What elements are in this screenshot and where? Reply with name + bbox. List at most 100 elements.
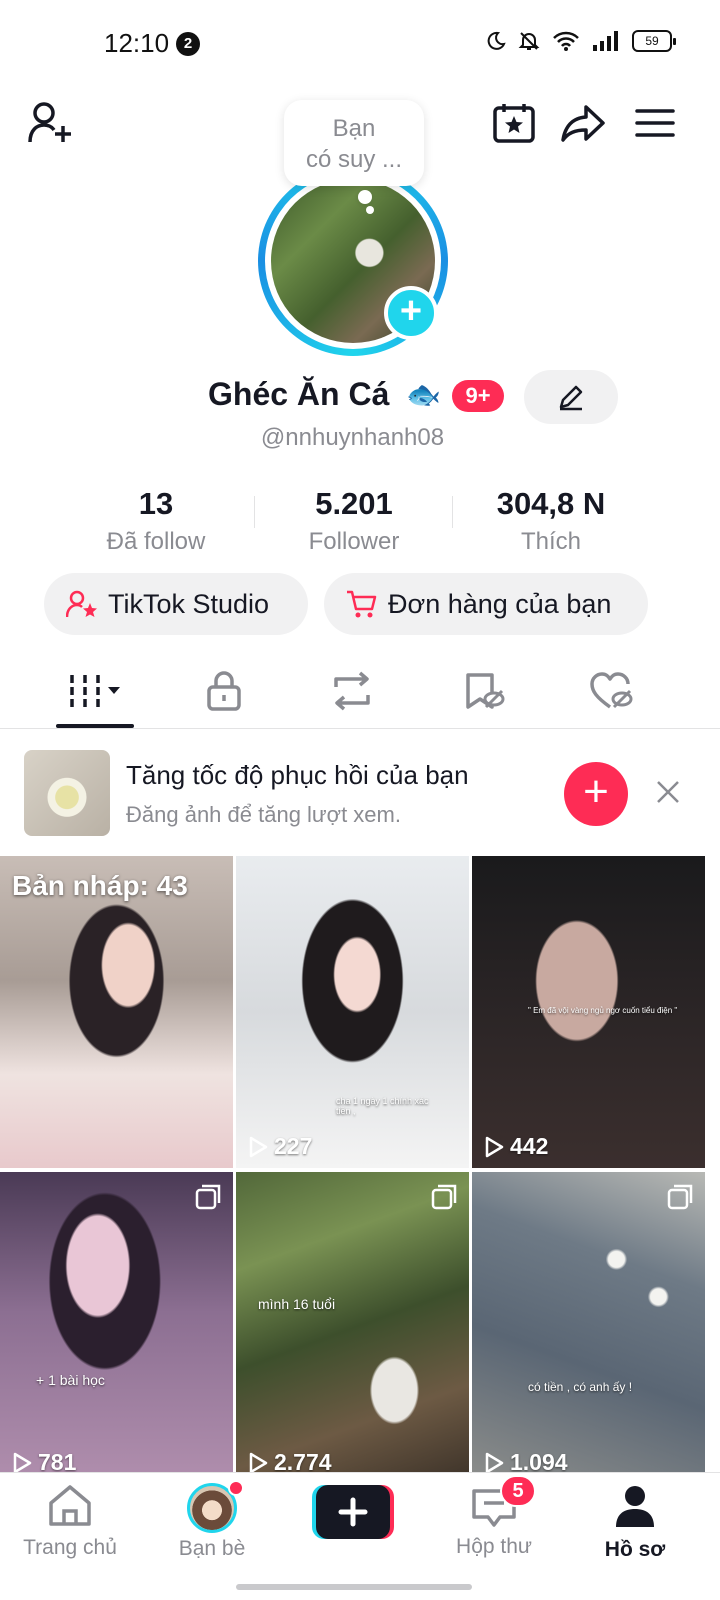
multi-photo-icon [431, 1184, 457, 1210]
plus-create-icon [312, 1485, 394, 1539]
video-tile[interactable]: cha 1 ngày 1 chính xác tiền , 227 [236, 856, 469, 1168]
lock-icon [207, 671, 241, 711]
tiktok-studio-button[interactable]: TikTok Studio [44, 573, 308, 635]
note-line-2: có suy ... [305, 146, 403, 173]
play-icon [485, 1136, 504, 1157]
video-tile[interactable]: có tiền , có anh ấy ! 1.094 [472, 1172, 705, 1484]
home-icon [49, 1485, 91, 1526]
promo-thumbnail [24, 750, 110, 836]
friends-avatar [187, 1480, 244, 1533]
nav-inbox[interactable]: 5 Hộp thư [434, 1475, 554, 1559]
notification-count-badge: 2 [176, 32, 200, 56]
calendar-star-icon [493, 104, 535, 143]
battery-indicator: 59 [632, 30, 676, 52]
play-icon [485, 1452, 504, 1473]
promo-add-button[interactable]: + [564, 762, 628, 826]
multi-photo-icon [195, 1184, 221, 1210]
note-bubble-dot [358, 190, 372, 204]
stat-label: Thích [520, 528, 582, 555]
add-story-button[interactable]: + [384, 286, 438, 340]
nav-home-label: Trang chủ [23, 1536, 117, 1559]
add-friend-button[interactable] [26, 98, 76, 148]
nav-home[interactable]: Trang chủ [10, 1483, 130, 1560]
tab-reposts[interactable] [312, 660, 392, 722]
moon-icon [487, 31, 506, 50]
video-tile[interactable]: " Em đã vội vàng ngủ ngơ cuốn tiểu điện … [472, 856, 705, 1168]
view-count: 442 [484, 1133, 548, 1160]
edit-profile-button[interactable] [524, 370, 618, 424]
tab-liked[interactable] [572, 660, 652, 722]
view-count-value: 442 [510, 1133, 549, 1159]
play-icon [249, 1136, 268, 1157]
stat-following[interactable]: 13 Đã follow [56, 486, 256, 556]
menu-button[interactable] [630, 98, 680, 148]
tiktok-studio-label: TikTok Studio [108, 588, 270, 619]
play-icon [13, 1452, 32, 1473]
add-user-icon [28, 102, 71, 143]
nav-friends[interactable]: Bạn bè [152, 1480, 272, 1561]
promo-subtitle: Đăng ảnh để tăng lượt xem. [126, 802, 401, 827]
tabs-divider [0, 728, 720, 729]
stat-label: Đã follow [106, 528, 206, 555]
draft-count-label: Bản nháp: 43 [12, 870, 188, 901]
notification-badge[interactable]: 9+ [452, 380, 504, 412]
promo-close-button[interactable] [652, 776, 684, 808]
calendar-button[interactable] [489, 98, 539, 148]
orders-label: Đơn hàng của bạn [388, 588, 612, 619]
video-caption: mình 16 tuổi [258, 1296, 336, 1312]
stat-value: 13 [138, 486, 174, 521]
video-tile[interactable]: mình 16 tuổi 2.774 [236, 1172, 469, 1484]
username: @nnhuynhanh08 [260, 424, 445, 451]
orders-button[interactable]: Đơn hàng của bạn [324, 573, 648, 635]
profile-name-row: Ghéc Ăn Cá 🐟 9+ [0, 370, 720, 426]
create-button[interactable] [312, 1485, 394, 1539]
friends-notification-dot [228, 1480, 244, 1496]
status-icons: 59 [486, 30, 676, 52]
video-caption: có tiền , có anh ấy ! [528, 1380, 633, 1394]
repost-icon [334, 671, 370, 711]
close-icon [657, 781, 679, 803]
wifi-icon [553, 31, 579, 51]
video-tile[interactable]: + 1 bài học 781 [0, 1172, 233, 1484]
profile-note-bubble[interactable]: Bạn có suy ... [284, 100, 424, 186]
note-line-1: Bạn [332, 115, 376, 142]
bookmark-hidden-icon [466, 673, 505, 709]
stat-value: 5.201 [315, 486, 393, 521]
stat-label: Follower [308, 528, 400, 555]
bell-off-icon [518, 32, 540, 50]
inbox-count-badge: 5 [500, 1475, 536, 1507]
view-count-value: 227 [274, 1133, 313, 1159]
share-icon [561, 105, 605, 142]
nav-friends-label: Bạn bè [178, 1537, 246, 1560]
nav-profile[interactable]: Hồ sơ [575, 1483, 695, 1562]
draft-video-tile[interactable]: Bản nháp: 43 [0, 856, 233, 1168]
nav-profile-label: Hồ sơ [604, 1538, 666, 1561]
multi-photo-icon [667, 1184, 693, 1210]
play-icon [249, 1452, 268, 1473]
pencil-icon [559, 385, 583, 411]
stat-likes[interactable]: 304,8 N Thích [451, 486, 651, 556]
profile-icon [616, 1486, 654, 1527]
stat-followers[interactable]: 5.201 Follower [254, 486, 454, 556]
hamburger-menu-icon [635, 109, 675, 137]
bottom-navigation: Trang chủ Bạn bè 5 Hộp thư Hồ sơ [0, 1472, 720, 1600]
video-caption: cha 1 ngày 1 chính xác tiền , [336, 1096, 429, 1116]
grid-dropdown-icon [70, 675, 120, 707]
nav-inbox-label: Hộp thư [456, 1535, 532, 1558]
note-bubble-dot-small [366, 206, 374, 214]
video-caption: " Em đã vội vàng ngủ ngơ cuốn tiểu điện … [528, 1006, 678, 1015]
video-caption: + 1 bài học [36, 1372, 105, 1388]
tab-saved[interactable] [444, 660, 524, 722]
tab-private[interactable] [184, 660, 264, 722]
status-time: 12:10 [104, 28, 170, 58]
display-name: Ghéc Ăn Cá [208, 376, 390, 412]
signal-icon [593, 31, 618, 51]
promo-title: Tăng tốc độ phục hồi của bạn [126, 760, 469, 790]
home-indicator [236, 1584, 472, 1590]
view-count: 227 [248, 1133, 312, 1160]
share-profile-button[interactable] [558, 98, 608, 148]
user-star-icon [66, 590, 97, 618]
cart-icon [347, 590, 377, 618]
heart-hidden-icon [590, 672, 633, 709]
tab-videos[interactable] [56, 660, 136, 722]
